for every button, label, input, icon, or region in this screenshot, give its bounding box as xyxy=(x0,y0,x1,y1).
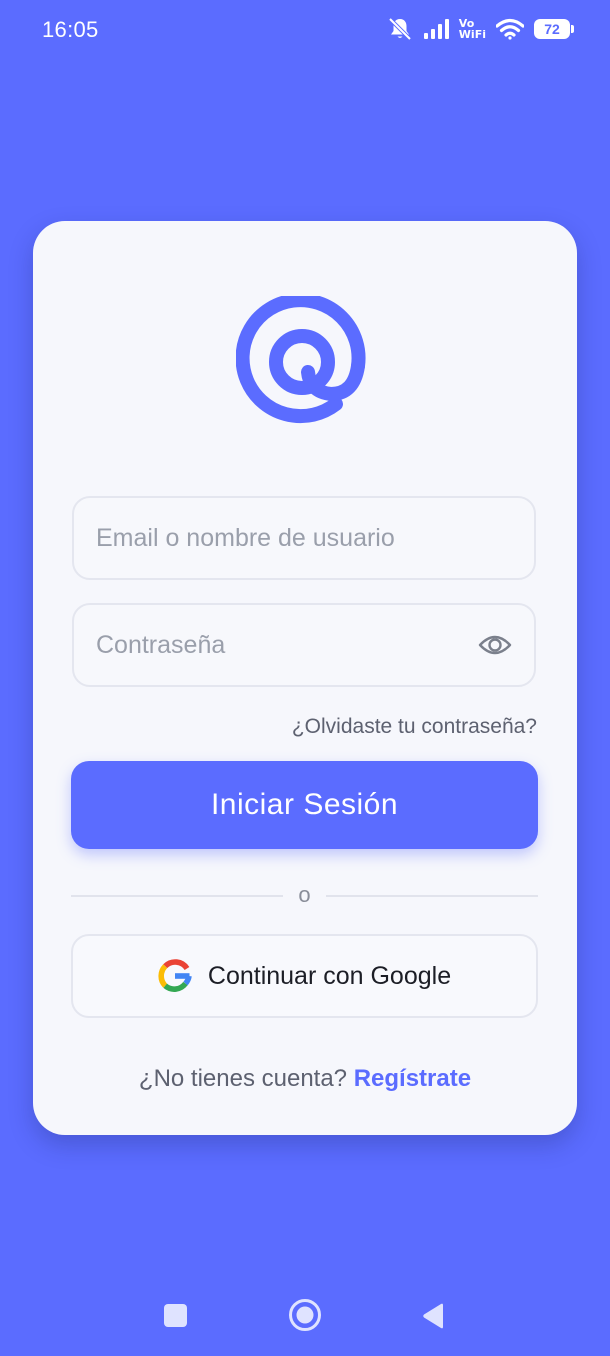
back-triangle-icon[interactable] xyxy=(421,1302,445,1330)
google-button-label: Continuar con Google xyxy=(207,961,452,990)
or-divider: o xyxy=(71,881,538,911)
signup-prompt: ¿No tienes cuenta? Regístrate xyxy=(33,1065,577,1093)
divider-line-right xyxy=(326,895,538,897)
login-button[interactable]: Iniciar Sesión xyxy=(71,761,538,849)
signal-icon xyxy=(423,19,449,39)
password-field[interactable] xyxy=(72,603,536,687)
battery-icon: 72 xyxy=(534,19,574,39)
register-link[interactable]: Regístrate xyxy=(354,1065,471,1092)
home-circle-icon[interactable] xyxy=(288,1298,322,1332)
google-login-button[interactable]: Continuar con Google xyxy=(71,934,538,1018)
forgot-password-link[interactable]: ¿Olvidaste tu contraseña? xyxy=(292,715,537,739)
google-icon xyxy=(158,959,192,992)
navigation-bar xyxy=(0,1280,610,1350)
battery-level: 72 xyxy=(544,21,560,37)
password-input[interactable] xyxy=(96,605,456,685)
eye-icon[interactable] xyxy=(478,632,512,658)
status-bar: 16:05 Vo WiFi 72 xyxy=(0,0,610,60)
vowifi-bottom-label: WiFi xyxy=(458,28,486,41)
at-sign-logo-icon xyxy=(236,296,366,424)
recents-square-icon[interactable] xyxy=(164,1304,187,1327)
status-icons: Vo WiFi 72 xyxy=(387,14,574,44)
bell-muted-icon xyxy=(388,17,412,41)
login-card: ¿Olvidaste tu contraseña? Iniciar Sesión… xyxy=(33,221,577,1135)
no-account-text: ¿No tienes cuenta? xyxy=(138,1065,354,1092)
vowifi-icon: Vo WiFi xyxy=(459,18,486,40)
email-input[interactable] xyxy=(96,498,456,578)
status-time: 16:05 xyxy=(42,17,99,42)
email-field[interactable] xyxy=(72,496,536,580)
wifi-icon xyxy=(496,18,524,40)
